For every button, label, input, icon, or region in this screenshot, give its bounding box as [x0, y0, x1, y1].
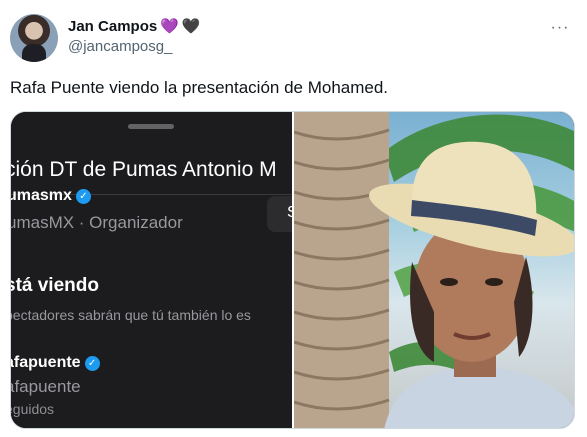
listening-section-description: pectadores sabrán que tú también lo es: [11, 307, 251, 323]
listener-handle-text: afapuente: [11, 354, 81, 371]
verified-badge-icon: ✓: [84, 356, 100, 371]
sheet-grabber: [128, 124, 174, 129]
listening-section-title: stá viendo: [11, 275, 99, 296]
display-name[interactable]: Jan Campos: [68, 18, 157, 35]
purple-heart-icon: 💜: [160, 17, 179, 35]
listener-subtitle: afapuente: [11, 377, 81, 396]
man-with-hat-photo: [294, 112, 574, 428]
black-heart-icon: 🖤: [181, 17, 201, 35]
author-names: Jan Campos 💜 🖤 @jancamposg_: [68, 16, 201, 56]
more-options-button[interactable]: ···: [547, 18, 573, 38]
side-button: S: [267, 196, 292, 232]
host-subtitle: umasMX · Organizador: [11, 213, 183, 232]
avatar[interactable]: [10, 14, 58, 62]
palm-trunk: [294, 112, 390, 428]
space-title: ción DT de Pumas Antonio M: [11, 158, 277, 181]
photo-illustration: [294, 112, 574, 428]
verified-badge-icon: ✓: [75, 189, 91, 204]
host-handle-text: umasmx: [11, 187, 72, 204]
host-handle: umasmx ✓: [11, 187, 91, 205]
display-name-row: Jan Campos 💜 🖤: [68, 16, 201, 36]
tweet-header: Jan Campos 💜 🖤 @jancamposg_ ···: [10, 12, 577, 64]
tweet-text: Rafa Puente viendo la presentación de Mo…: [10, 78, 389, 97]
tweet-media[interactable]: ción DT de Pumas Antonio M S umasmx✓ uma…: [10, 111, 575, 429]
author-handle[interactable]: @jancamposg_: [68, 38, 201, 55]
spaces-screenshot-image: ción DT de Pumas Antonio M S umasmx✓ uma…: [11, 112, 292, 428]
listener-handle: afapuente ✓: [11, 354, 100, 372]
avatar-shirt: [22, 44, 46, 62]
listener-following: eguidos: [11, 401, 55, 417]
